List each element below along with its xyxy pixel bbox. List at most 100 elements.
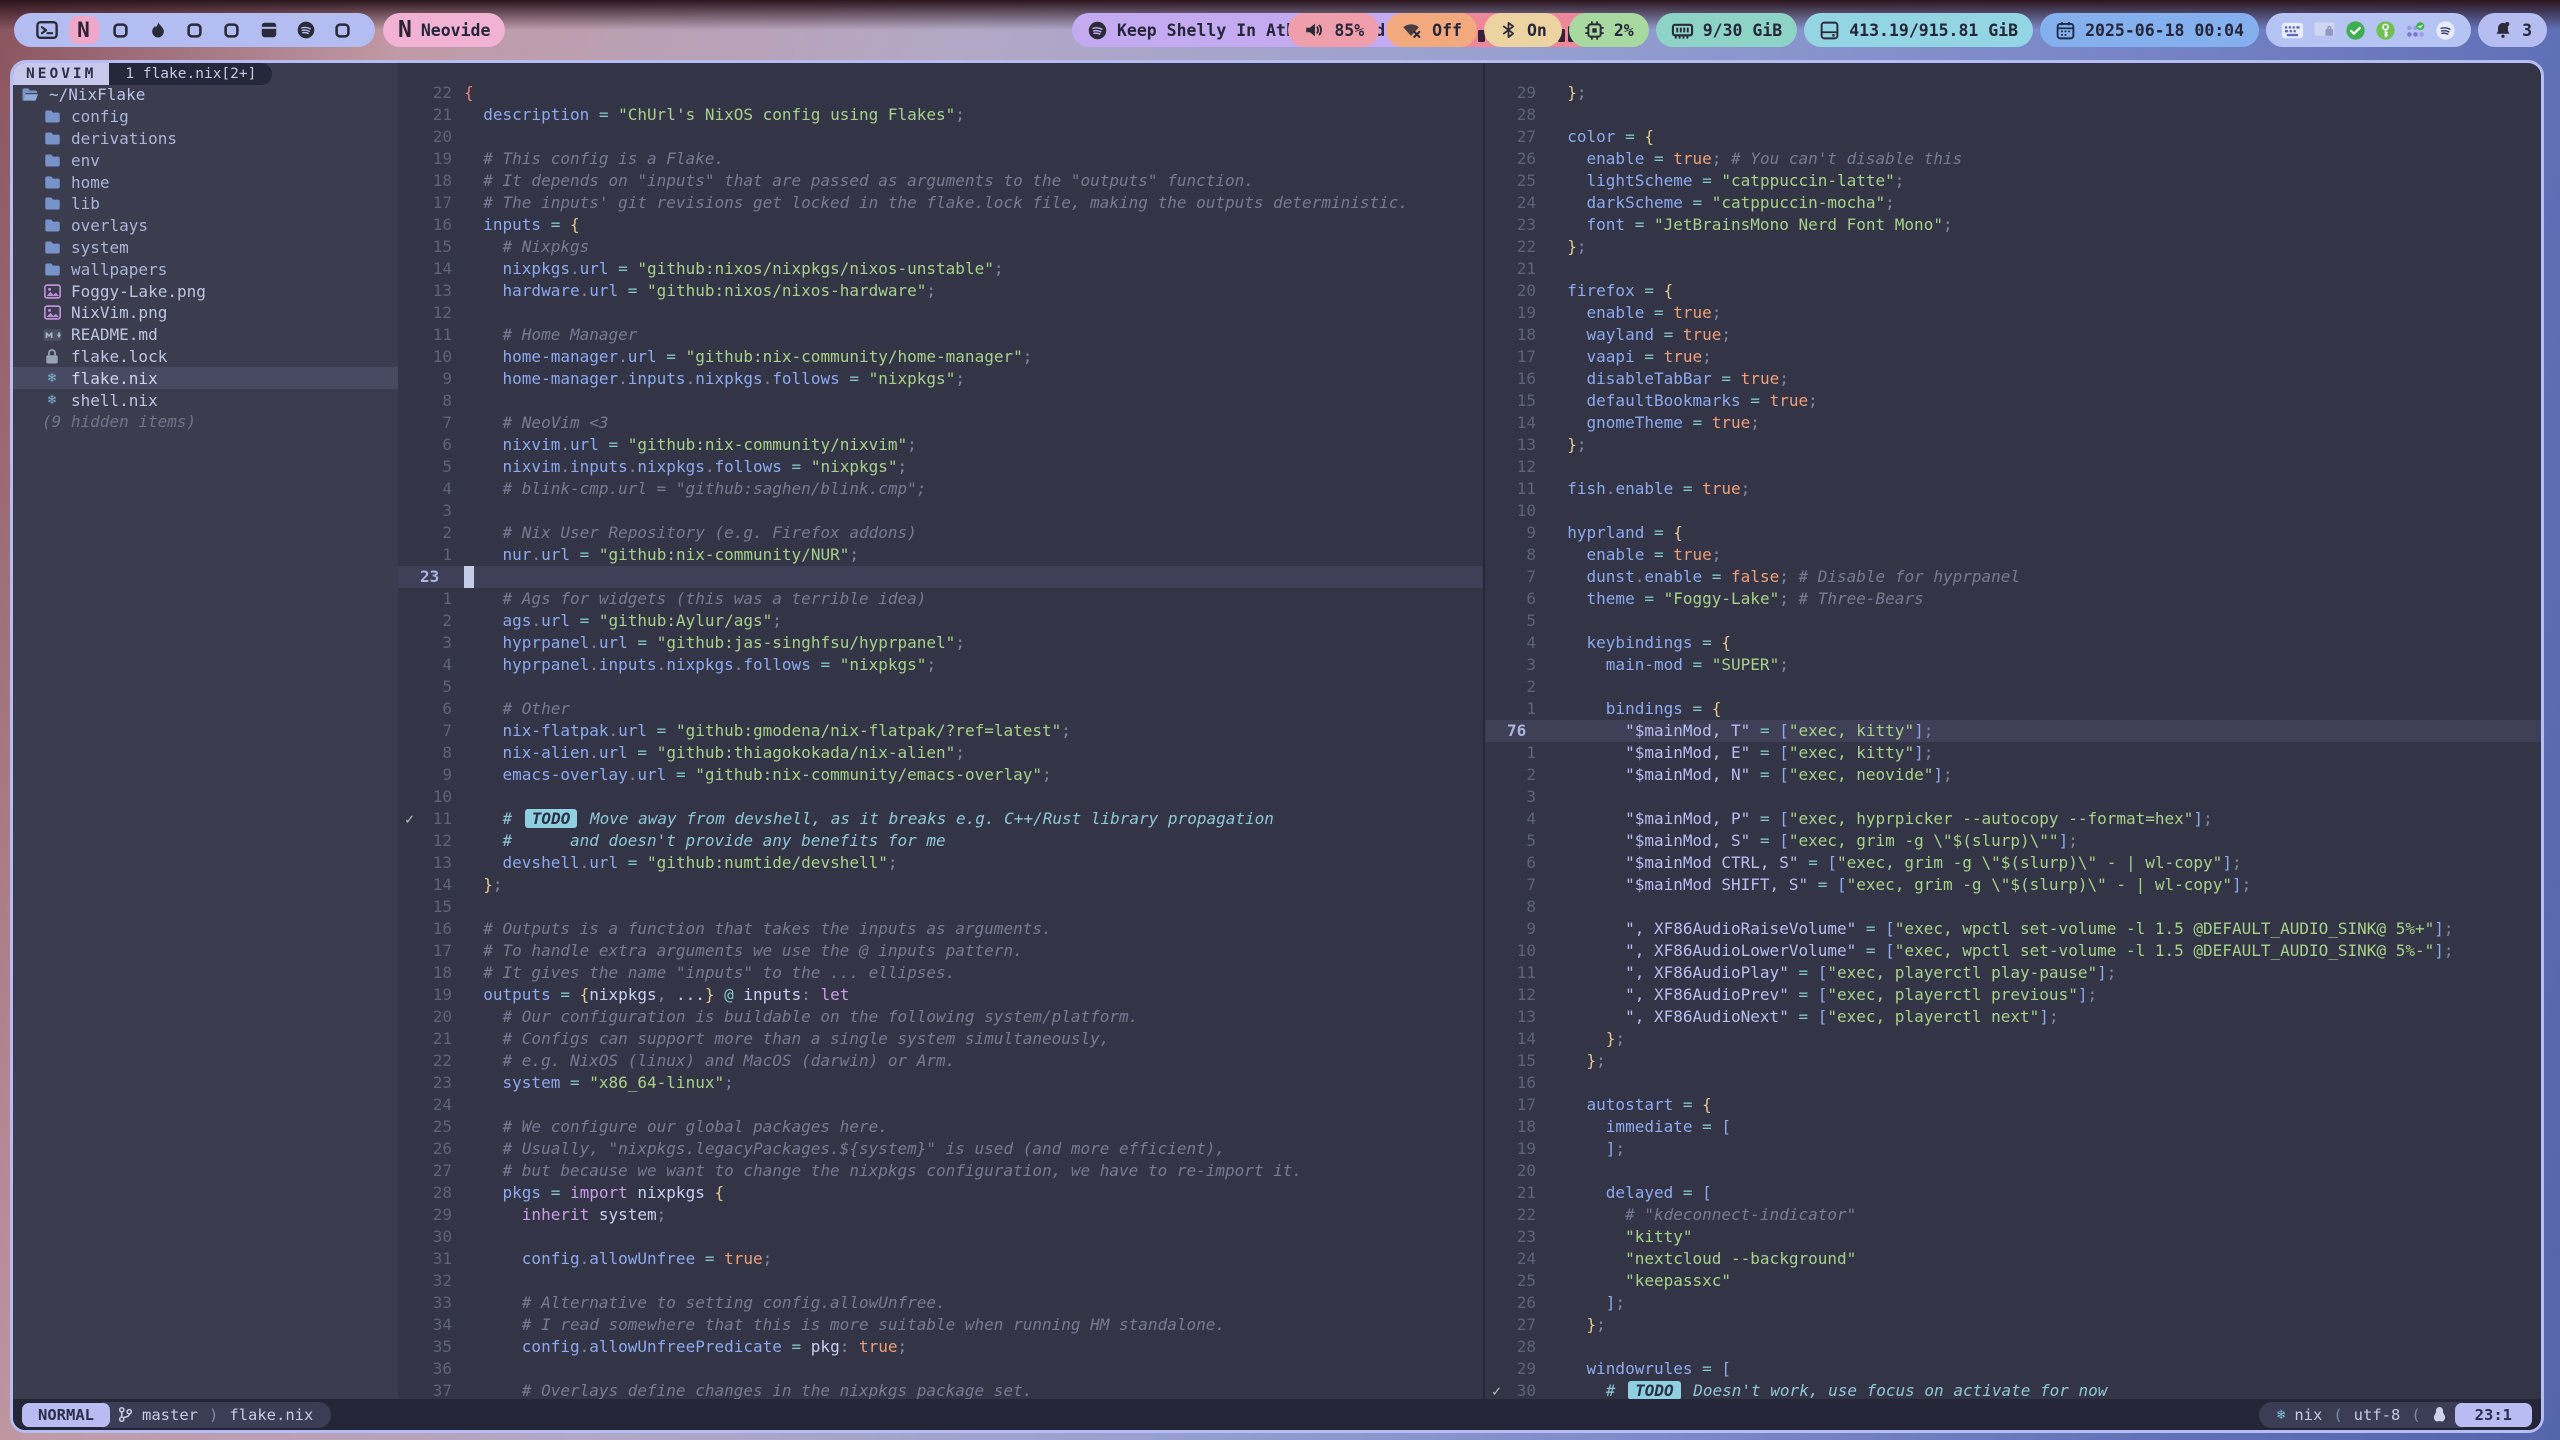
code-line[interactable]: 16 disableTabBar = true; (1485, 368, 2541, 390)
code-line[interactable]: 3 hyprpanel.url = "github:jas-singhfsu/h… (398, 632, 1483, 654)
workspace-terminal-icon[interactable] (28, 13, 65, 47)
code-line[interactable]: 35 config.allowUnfreePredicate = pkg: tr… (398, 1336, 1483, 1358)
code-line[interactable]: 20 (1485, 1160, 2541, 1182)
code-line[interactable]: 6 "$mainMod CTRL, S" = ["exec, grim -g \… (1485, 852, 2541, 874)
code-line[interactable]: 20 # Our configuration is buildable on t… (398, 1006, 1483, 1028)
code-line[interactable]: 2 # Nix User Repository (e.g. Firefox ad… (398, 522, 1483, 544)
workspace-spotify-icon[interactable] (287, 13, 324, 47)
code-line[interactable]: 27 }; (1485, 1314, 2541, 1336)
workspace-empty-workspace-icon[interactable] (324, 13, 361, 47)
code-line[interactable]: 1 "$mainMod, E" = ["exec, kitty"]; (1485, 742, 2541, 764)
tree-item-env[interactable]: env (13, 149, 398, 171)
code-line[interactable]: 27 color = { (1485, 126, 2541, 148)
code-line[interactable]: 5 nixvim.inputs.nixpkgs.follows = "nixpk… (398, 456, 1483, 478)
code-line[interactable]: 20 firefox = { (1485, 280, 2541, 302)
code-line[interactable]: 21 delayed = [ (1485, 1182, 2541, 1204)
code-line[interactable]: 27 # but because we want to change the n… (398, 1160, 1483, 1182)
code-line[interactable]: 13 hardware.url = "github:nixos/nixos-ha… (398, 280, 1483, 302)
code-line[interactable]: 36 (398, 1358, 1483, 1380)
clock-widget[interactable]: 2025-06-18 00:04 (2040, 13, 2259, 47)
code-line[interactable]: 16 inputs = { (398, 214, 1483, 236)
code-line[interactable]: 10 home-manager.url = "github:nix-commun… (398, 346, 1483, 368)
code-line[interactable]: 23 (398, 566, 1483, 588)
code-line[interactable]: 20 (398, 126, 1483, 148)
code-line[interactable]: 22{ (398, 82, 1483, 104)
tree-item-config[interactable]: config (13, 106, 398, 128)
code-line[interactable]: 5 (1485, 610, 2541, 632)
code-line[interactable]: 5 "$mainMod, S" = ["exec, grim -g \"$(sl… (1485, 830, 2541, 852)
code-line[interactable]: 21 # Configs can support more than a sin… (398, 1028, 1483, 1050)
code-line[interactable]: 10 (398, 786, 1483, 808)
code-line[interactable]: 11 ", XF86AudioPlay" = ["exec, playerctl… (1485, 962, 2541, 984)
tree-item-system[interactable]: system (13, 237, 398, 259)
code-line[interactable]: 19 ]; (1485, 1138, 2541, 1160)
code-line[interactable]: 4 keybindings = { (1485, 632, 2541, 654)
code-line[interactable]: 76 "$mainMod, T" = ["exec, kitty"]; (1485, 720, 2541, 742)
keepassxc-icon[interactable] (2375, 20, 2396, 41)
network-widget[interactable]: Off (1386, 13, 1477, 47)
tree-item-overlays[interactable]: overlays (13, 215, 398, 237)
code-line[interactable]: 29 }; (1485, 82, 2541, 104)
code-line[interactable]: 26 ]; (1485, 1292, 2541, 1314)
code-line[interactable]: 3 (1485, 786, 2541, 808)
code-line[interactable]: 28 (1485, 1336, 2541, 1358)
code-line[interactable]: 25 # We configure our global packages he… (398, 1116, 1483, 1138)
active-window-widget[interactable]: N Neovide (383, 13, 505, 47)
code-line[interactable]: 3 (398, 500, 1483, 522)
workspace-neovim-icon[interactable]: N (65, 13, 102, 47)
code-line[interactable]: 12 (1485, 456, 2541, 478)
code-line[interactable]: 9 home-manager.inputs.nixpkgs.follows = … (398, 368, 1483, 390)
tailscale-icon[interactable] (2405, 20, 2426, 41)
code-line[interactable]: 7 dunst.enable = false; # Disable for hy… (1485, 566, 2541, 588)
code-line[interactable]: 18 # It depends on "inputs" that are pas… (398, 170, 1483, 192)
code-line[interactable]: 8 enable = true; (1485, 544, 2541, 566)
code-line[interactable]: 7 nix-flatpak.url = "github:gmodena/nix-… (398, 720, 1483, 742)
code-line[interactable]: 29 windowrules = [ (1485, 1358, 2541, 1380)
code-line[interactable]: 22 }; (1485, 236, 2541, 258)
tree-item-wallpapers[interactable]: wallpapers (13, 258, 398, 280)
code-line[interactable]: 23 font = "JetBrainsMono Nerd Font Mono"… (1485, 214, 2541, 236)
workspace-empty-workspace-icon[interactable] (176, 13, 213, 47)
workspace-book-icon[interactable] (250, 13, 287, 47)
tree-item-flake-lock[interactable]: flake.lock (13, 346, 398, 368)
screencast-icon[interactable] (2313, 20, 2336, 40)
tree-item-derivations[interactable]: derivations (13, 128, 398, 150)
code-line[interactable]: 1 # Ags for widgets (this was a terrible… (398, 588, 1483, 610)
code-line[interactable]: 14 }; (398, 874, 1483, 896)
workspace-empty-workspace-icon[interactable] (102, 13, 139, 47)
memory-widget[interactable]: 9/30 GiB (1656, 13, 1797, 47)
tree-item-foggy-lake-png[interactable]: Foggy-Lake.png (13, 280, 398, 302)
code-line[interactable]: 4 "$mainMod, P" = ["exec, hyprpicker --a… (1485, 808, 2541, 830)
code-line[interactable]: 21 (1485, 258, 2541, 280)
code-line[interactable]: 12 # and doesn't provide any benefits fo… (398, 830, 1483, 852)
code-line[interactable]: 4 # blink-cmp.url = "github:saghen/blink… (398, 478, 1483, 500)
code-line[interactable]: 12 ", XF86AudioPrev" = ["exec, playerctl… (1485, 984, 2541, 1006)
workspace-empty-workspace-icon[interactable] (213, 13, 250, 47)
code-line[interactable]: 26 # Usually, "nixpkgs.legacyPackages.${… (398, 1138, 1483, 1160)
code-line[interactable]: 2 ags.url = "github:Aylur/ags"; (398, 610, 1483, 632)
keyboard-icon[interactable] (2281, 21, 2304, 40)
code-line[interactable]: 1 nur.url = "github:nix-community/NUR"; (398, 544, 1483, 566)
code-line[interactable]: 17 # To handle extra arguments we use th… (398, 940, 1483, 962)
code-line[interactable]: 2 (1485, 676, 2541, 698)
code-line[interactable]: 28 pkgs = import nixpkgs { (398, 1182, 1483, 1204)
code-line[interactable]: 2 "$mainMod, N" = ["exec, neovide"]; (1485, 764, 2541, 786)
tree-item-shell-nix[interactable]: ❄shell.nix (13, 389, 398, 411)
code-line[interactable]: 15 defaultBookmarks = true; (1485, 390, 2541, 412)
code-line[interactable]: 34 # I read somewhere that this is more … (398, 1314, 1483, 1336)
code-line[interactable]: 31 config.allowUnfree = true; (398, 1248, 1483, 1270)
code-line[interactable]: 25 lightScheme = "catppuccin-latte"; (1485, 170, 2541, 192)
code-line[interactable]: 5 (398, 676, 1483, 698)
code-line[interactable]: 22 # "kdeconnect-indicator" (1485, 1204, 2541, 1226)
code-line[interactable]: 6 # Other (398, 698, 1483, 720)
code-line[interactable]: 9 hyprland = { (1485, 522, 2541, 544)
code-line[interactable]: 19 outputs = {nixpkgs, ...} @ inputs: le… (398, 984, 1483, 1006)
code-line[interactable]: 14 nixpkgs.url = "github:nixos/nixpkgs/n… (398, 258, 1483, 280)
code-line[interactable]: 24 "nextcloud --background" (1485, 1248, 2541, 1270)
code-line[interactable]: 8 (398, 390, 1483, 412)
code-line[interactable]: 33 # Alternative to setting config.allow… (398, 1292, 1483, 1314)
code-line[interactable]: 17 autostart = { (1485, 1094, 2541, 1116)
code-line[interactable]: 28 (1485, 104, 2541, 126)
code-line[interactable]: 9 emacs-overlay.url = "github:nix-commun… (398, 764, 1483, 786)
code-line[interactable]: 10 ", XF86AudioLowerVolume" = ["exec, wp… (1485, 940, 2541, 962)
